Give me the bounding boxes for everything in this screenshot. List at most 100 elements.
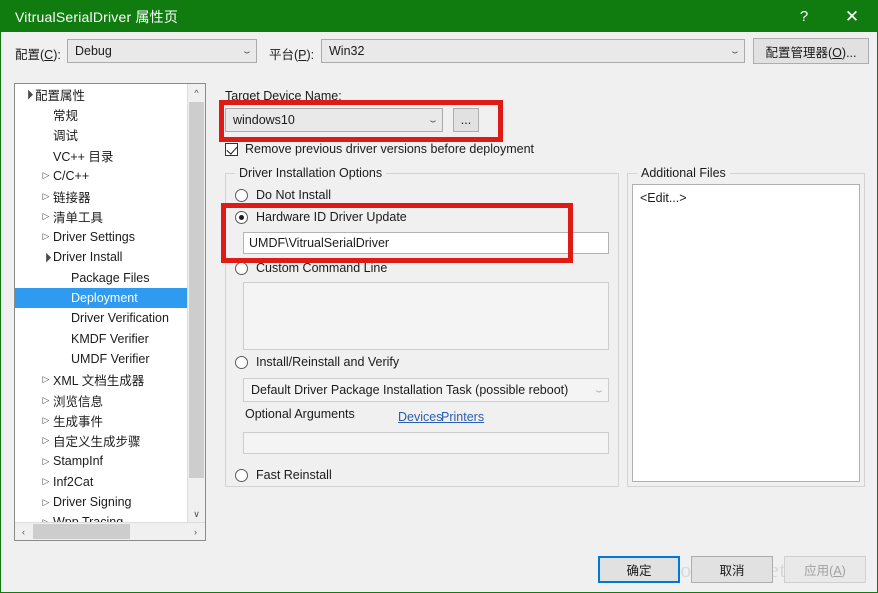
radio-off-icon xyxy=(235,355,248,369)
chevron-down-icon: ⌄ xyxy=(728,46,742,56)
title-bar: VitrualSerialDriver 属性页 ? ✕ xyxy=(1,1,877,32)
devices-link[interactable]: Devices xyxy=(398,410,442,424)
tree-item-[interactable]: 常规 xyxy=(15,104,188,124)
install-task-value: Default Driver Package Installation Task… xyxy=(251,383,569,397)
property-pages-dialog: VitrualSerialDriver 属性页 ? ✕ 配置(C): Debug… xyxy=(0,0,878,593)
hardware-id-input[interactable]: UMDF\VitrualSerialDriver xyxy=(243,232,609,254)
tree-item-driver-settings[interactable]: ▷ Driver Settings xyxy=(15,227,188,247)
tree-item-[interactable]: ▷ 生成事件 xyxy=(15,410,188,430)
platform-value: Win32 xyxy=(329,44,365,58)
cancel-button[interactable]: 取消 xyxy=(691,556,773,583)
tree-horizontal-scroll-thumb[interactable] xyxy=(33,524,130,539)
tree-item-label: Package Files xyxy=(71,270,150,285)
tree-item-[interactable]: ▷ 链接器 xyxy=(15,186,188,206)
chevron-collapsed-icon[interactable]: ▷ xyxy=(39,415,53,426)
tree-item-[interactable]: ▷ 浏览信息 xyxy=(15,390,188,410)
tree-item-umdf-verifier[interactable]: UMDF Verifier xyxy=(15,349,188,369)
tree-item-inf2cat[interactable]: ▷ Inf2Cat xyxy=(15,471,188,491)
tree-vertical-scroll-thumb[interactable] xyxy=(189,102,204,478)
platform-select[interactable]: Win32 ⌄ xyxy=(321,39,745,63)
tree-item-vc[interactable]: VC++ 目录 xyxy=(15,145,188,165)
radio-do-not-install[interactable]: Do Not Install xyxy=(235,188,331,202)
radio-custom-command-label: Custom Command Line xyxy=(256,261,388,275)
footer-separator xyxy=(1,546,877,547)
config-manager-button[interactable]: 配置管理器(O)... xyxy=(753,38,869,64)
tree-item-label: Driver Verification xyxy=(71,311,169,326)
chevron-collapsed-icon[interactable]: ▷ xyxy=(39,170,53,181)
tree-item-package-files[interactable]: Package Files xyxy=(15,268,188,288)
target-device-name-select[interactable]: windows10 ⌄ xyxy=(225,108,443,132)
tree-item-kmdf-verifier[interactable]: KMDF Verifier xyxy=(15,329,188,349)
radio-do-not-install-label: Do Not Install xyxy=(256,188,332,202)
tree-item-label: VC++ 目录 xyxy=(53,149,114,164)
tree-item-driver-signing[interactable]: ▷ Driver Signing xyxy=(15,492,188,512)
help-icon[interactable]: ? xyxy=(781,1,827,32)
custom-command-textarea[interactable] xyxy=(243,282,609,350)
radio-on-icon xyxy=(235,210,248,224)
list-item[interactable]: <Edit...> xyxy=(640,191,859,205)
scroll-left-icon[interactable]: ‹ xyxy=(15,523,32,540)
tree-item-xml[interactable]: ▷ XML 文档生成器 xyxy=(15,369,188,389)
close-icon[interactable]: ✕ xyxy=(827,1,877,32)
chevron-collapsed-icon[interactable]: ▷ xyxy=(39,497,53,508)
radio-install-reinstall-verify[interactable]: Install/Reinstall and Verify xyxy=(235,355,399,369)
property-tree[interactable]: ◢ 配置属性 常规 调试 VC++ 目录 ▷ C/C++ ▷ 链接器 ▷ 清单工具 ▷ Drive… xyxy=(14,83,206,541)
chevron-collapsed-icon[interactable]: ▷ xyxy=(39,476,53,487)
tree-item-driver-verification[interactable]: Driver Verification xyxy=(15,308,188,328)
tree-item-[interactable]: ▷ 自定义生成步骤 xyxy=(15,431,188,451)
target-device-name-value: windows10 xyxy=(233,113,295,127)
chevron-collapsed-icon[interactable]: ▷ xyxy=(39,211,53,222)
tree-item-deployment[interactable]: Deployment xyxy=(15,287,188,309)
tree-item-label: 生成事件 xyxy=(53,414,104,429)
chevron-collapsed-icon[interactable]: ▷ xyxy=(39,435,53,446)
apply-button[interactable]: 应用(A) xyxy=(784,556,866,583)
install-task-select[interactable]: Default Driver Package Installation Task… xyxy=(243,378,609,402)
browse-device-button[interactable]: ... xyxy=(453,108,479,132)
tree-item-stampinf[interactable]: ▷ StampInf xyxy=(15,451,188,471)
chevron-down-icon: ⌄ xyxy=(240,46,254,56)
chevron-down-icon: ⌄ xyxy=(426,115,440,125)
scroll-up-icon[interactable]: ^ xyxy=(188,84,205,101)
optional-arguments-label: Optional Arguments xyxy=(245,407,355,421)
scroll-right-icon[interactable]: › xyxy=(187,523,204,540)
chevron-collapsed-icon[interactable]: ▷ xyxy=(39,374,53,385)
chevron-collapsed-icon[interactable]: ▷ xyxy=(39,191,53,202)
tree-item-label: Driver Install xyxy=(53,250,123,265)
tree-item-driver-install[interactable]: ◢ Driver Install xyxy=(15,247,188,267)
title-bar-buttons: ? ✕ xyxy=(781,1,877,32)
remove-previous-label: Remove previous driver versions before d… xyxy=(245,142,535,156)
optional-arguments-input[interactable] xyxy=(243,432,609,454)
chevron-collapsed-icon[interactable]: ▷ xyxy=(39,231,53,242)
ok-label: 确定 xyxy=(626,564,652,578)
remove-previous-checkbox[interactable]: Remove previous driver versions before d… xyxy=(225,142,534,156)
radio-custom-command-line[interactable]: Custom Command Line xyxy=(235,261,387,275)
scroll-down-icon[interactable]: ∨ xyxy=(188,506,205,523)
config-manager-label: 配置管理器(O)... xyxy=(765,45,857,60)
tree-item-[interactable]: ◢ 配置属性 xyxy=(15,84,188,104)
tree-horizontal-scrollbar[interactable]: ‹ › xyxy=(15,522,205,540)
additional-files-list[interactable]: <Edit...> xyxy=(632,184,860,482)
tree-item-[interactable]: 调试 xyxy=(15,125,188,145)
tree-item-label: 常规 xyxy=(53,109,79,124)
window-title: VitrualSerialDriver 属性页 xyxy=(15,8,179,25)
chevron-collapsed-icon[interactable]: ▷ xyxy=(39,456,53,467)
radio-hardware-id-label: Hardware ID Driver Update xyxy=(256,210,407,224)
ok-button[interactable]: 确定 xyxy=(598,556,680,583)
tree-item-label: 配置属性 xyxy=(35,88,86,103)
tree-item-c-c[interactable]: ▷ C/C++ xyxy=(15,166,188,186)
configuration-select[interactable]: Debug ⌄ xyxy=(67,39,257,63)
tree-vertical-scrollbar[interactable]: ^ ∨ xyxy=(187,84,205,523)
platform-label: 平台(P): xyxy=(269,48,315,62)
tree-item-[interactable]: ▷ 清单工具 xyxy=(15,206,188,226)
tree-item-label: StampInf xyxy=(53,454,104,469)
radio-hardware-id-driver-update[interactable]: Hardware ID Driver Update xyxy=(235,210,407,224)
chevron-collapsed-icon[interactable]: ▷ xyxy=(39,395,53,406)
tree-item-label: KMDF Verifier xyxy=(71,331,149,346)
tree-item-label: 链接器 xyxy=(53,190,91,205)
printers-link[interactable]: Printers xyxy=(441,410,484,424)
radio-fast-reinstall[interactable]: Fast Reinstall xyxy=(235,468,332,482)
configuration-label: 配置(C): xyxy=(15,48,61,62)
